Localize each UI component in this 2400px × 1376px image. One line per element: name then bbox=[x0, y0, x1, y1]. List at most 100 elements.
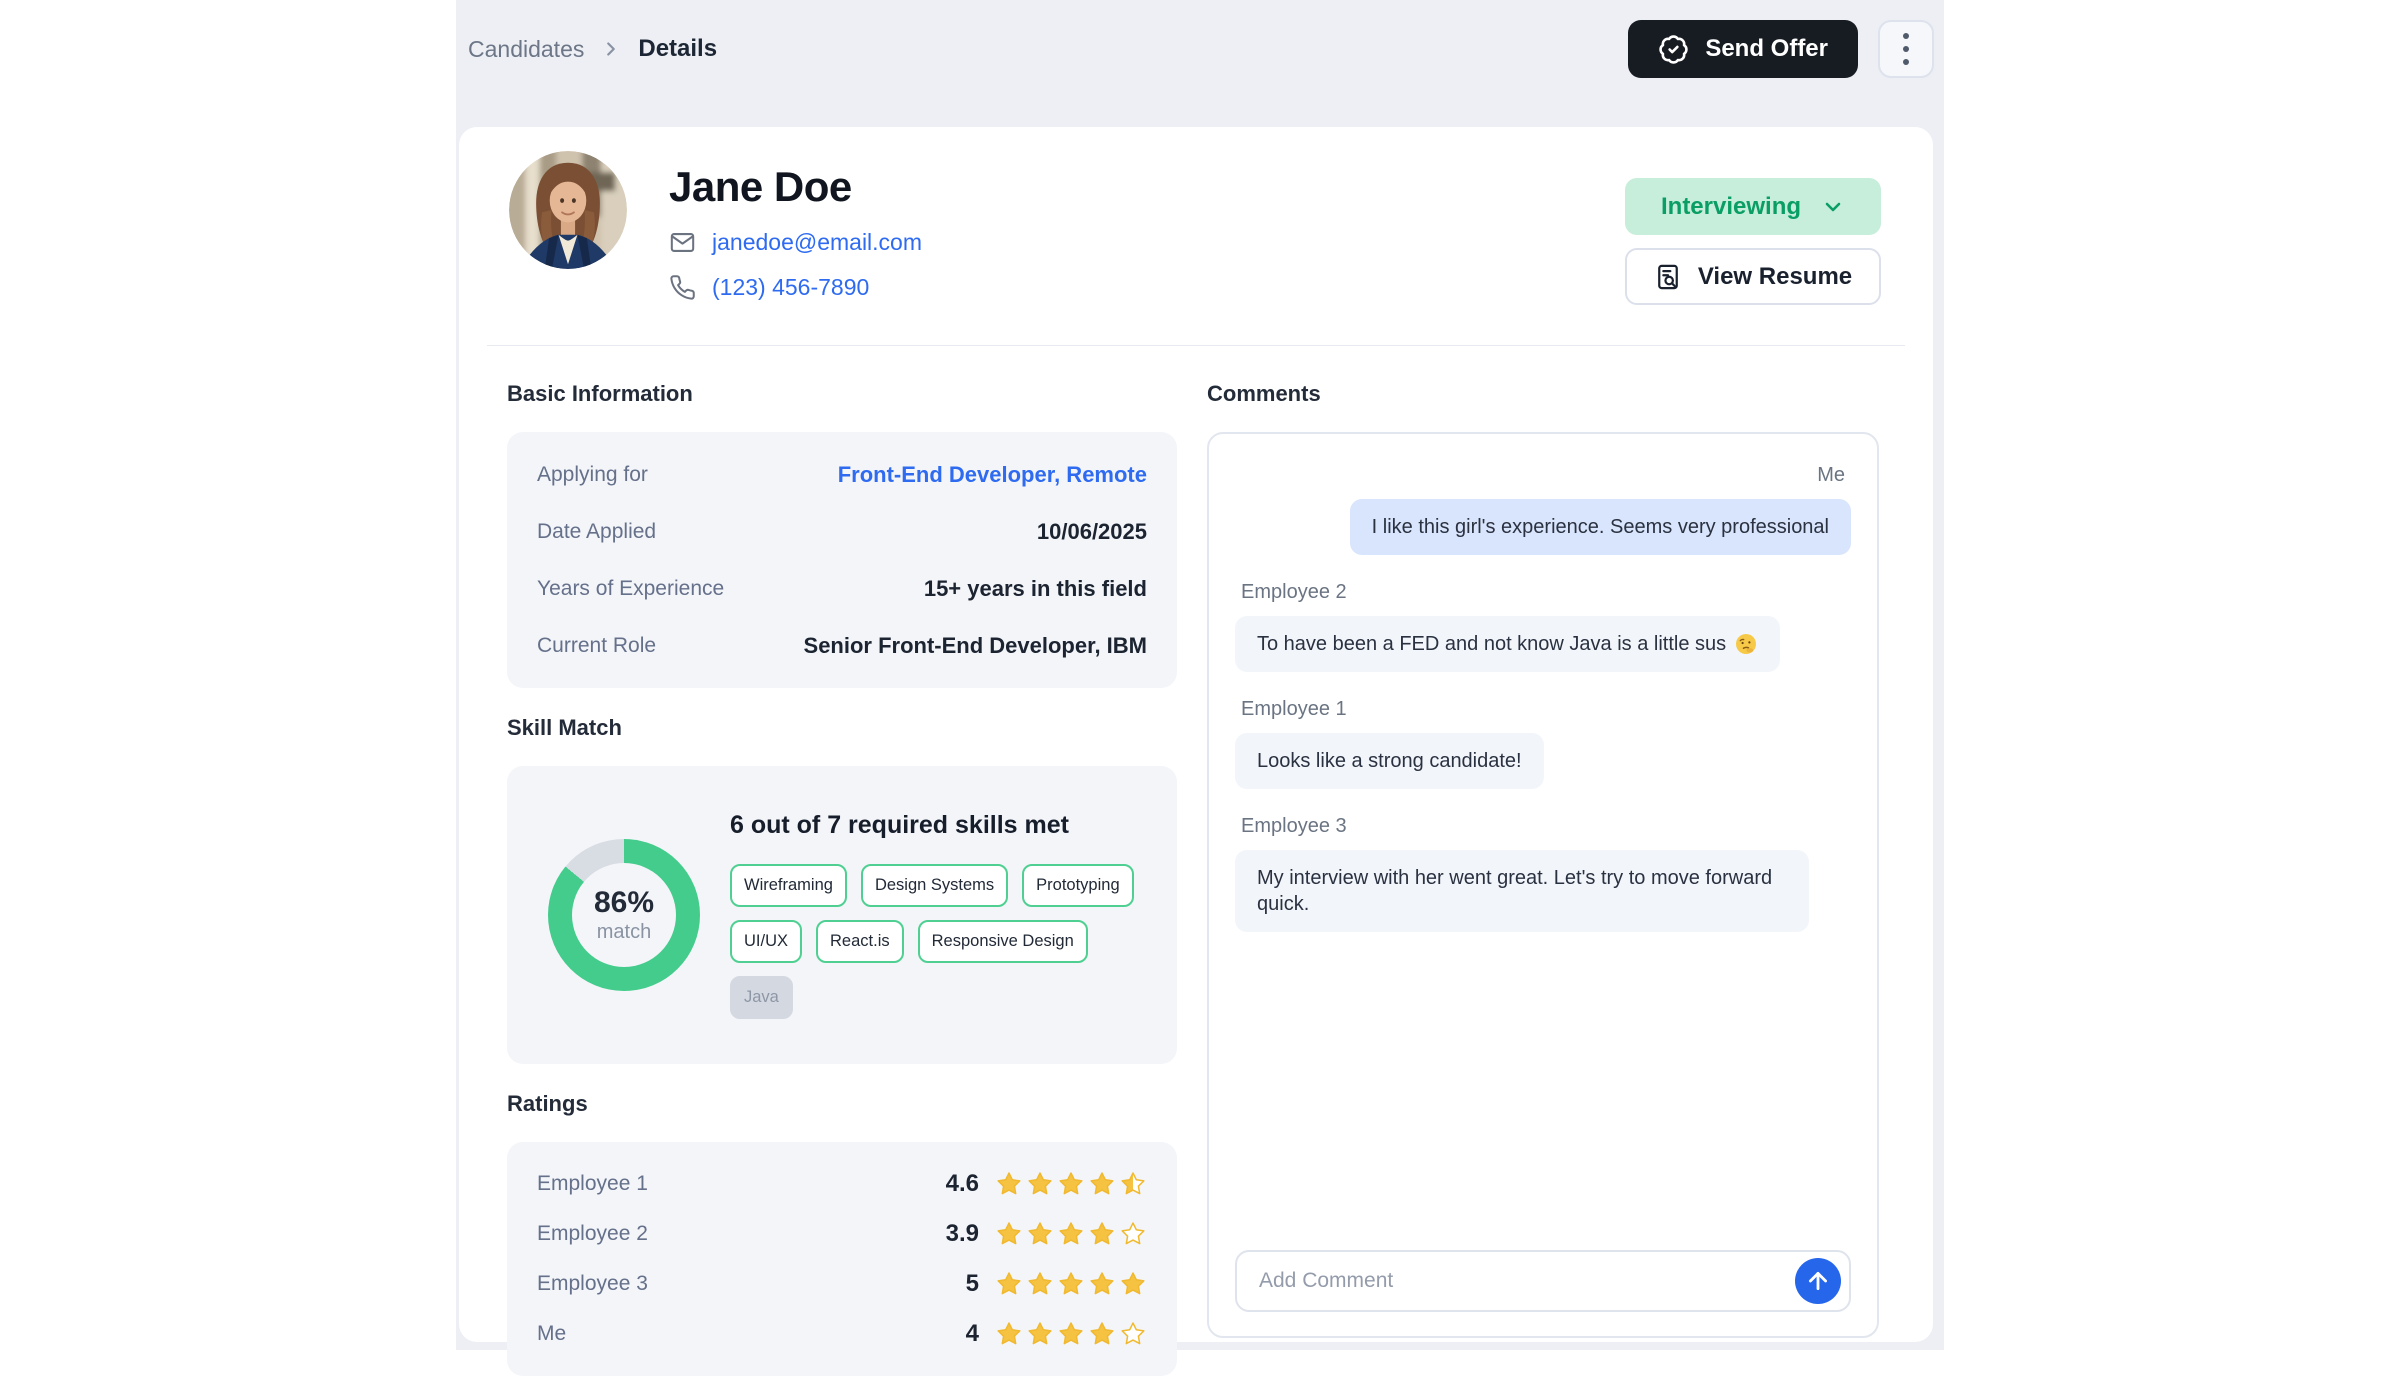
skill-chip-matched: Responsive Design bbox=[918, 920, 1088, 963]
star-full-icon bbox=[1026, 1220, 1054, 1248]
status-label: Interviewing bbox=[1661, 193, 1801, 221]
breadcrumb-details: Details bbox=[638, 35, 717, 63]
ratings-panel: Employee 14.6Employee 23.9Employee 35Me4 bbox=[507, 1142, 1177, 1376]
rating-score: 3.9 bbox=[946, 1220, 979, 1248]
phone-icon bbox=[669, 274, 696, 301]
status-dropdown[interactable]: Interviewing bbox=[1625, 178, 1881, 235]
candidate-name: Jane Doe bbox=[669, 163, 1625, 211]
chevron-down-icon bbox=[1821, 195, 1845, 219]
star-rating bbox=[995, 1320, 1147, 1348]
star-full-icon bbox=[1057, 1320, 1085, 1348]
skill-match-title: Skill Match bbox=[507, 714, 1177, 742]
profile-info: Jane Doe janedoe@email.com (123) 456-789… bbox=[669, 151, 1625, 301]
comment-author: Employee 3 bbox=[1241, 815, 1347, 838]
comment-author: Employee 2 bbox=[1241, 581, 1347, 604]
star-full-icon bbox=[1026, 1170, 1054, 1198]
basic-info-title: Basic Information bbox=[507, 380, 1177, 408]
star-rating bbox=[995, 1270, 1147, 1298]
breadcrumb: Candidates Details bbox=[468, 35, 717, 63]
rater-name: Employee 1 bbox=[537, 1172, 648, 1196]
rating-value-group: 4 bbox=[966, 1320, 1147, 1348]
info-value: 15+ years in this field bbox=[924, 576, 1147, 602]
rating-value-group: 3.9 bbox=[946, 1220, 1147, 1248]
skill-details: 6 out of 7 required skills met Wireframi… bbox=[730, 811, 1141, 1019]
rater-name: Me bbox=[537, 1322, 566, 1346]
view-resume-label: View Resume bbox=[1698, 263, 1852, 291]
rating-score: 5 bbox=[966, 1270, 979, 1298]
add-comment-input[interactable] bbox=[1257, 1268, 1795, 1294]
candidate-details-app: Candidates Details Send Offer bbox=[456, 0, 1944, 1350]
skill-summary: 6 out of 7 required skills met bbox=[730, 811, 1141, 840]
comments-panel: Me I like this girl's experience. Seems v… bbox=[1207, 432, 1879, 1338]
rating-row: Employee 35 bbox=[537, 1259, 1147, 1309]
star-full-icon bbox=[1088, 1270, 1116, 1298]
comment: Employee 3 My interview with her went gre… bbox=[1235, 815, 1851, 932]
skill-match-panel: 86% match 6 out of 7 required skills met… bbox=[507, 766, 1177, 1064]
star-full-icon bbox=[1057, 1170, 1085, 1198]
star-half-icon bbox=[1119, 1170, 1147, 1198]
star-full-icon bbox=[1119, 1270, 1147, 1298]
skill-chip-matched: UI/UX bbox=[730, 920, 802, 963]
more-options-button[interactable] bbox=[1878, 20, 1934, 78]
match-caption: match bbox=[597, 921, 651, 944]
info-value-link[interactable]: Front-End Developer, Remote bbox=[838, 462, 1147, 488]
comment: Employee 2 To have been a FED and not kno… bbox=[1235, 581, 1851, 672]
phone-row: (123) 456-7890 bbox=[669, 274, 1625, 301]
comment-author: Employee 1 bbox=[1241, 698, 1347, 721]
chevron-right-icon bbox=[600, 38, 622, 60]
comment: Me I like this girl's experience. Seems v… bbox=[1235, 464, 1851, 555]
left-column: Basic Information Applying for Front-End … bbox=[507, 380, 1177, 1376]
info-row: Date Applied10/06/2025 bbox=[537, 503, 1147, 560]
comment-bubble: Looks like a strong candidate! bbox=[1235, 733, 1544, 789]
thinking-face-emoji bbox=[1734, 632, 1758, 656]
comment-bubble: I like this girl's experience. Seems ver… bbox=[1350, 499, 1851, 555]
star-empty-icon bbox=[1119, 1320, 1147, 1348]
star-full-icon bbox=[1057, 1270, 1085, 1298]
badge-check-icon bbox=[1658, 34, 1689, 65]
star-full-icon bbox=[995, 1220, 1023, 1248]
mail-icon bbox=[669, 229, 696, 256]
star-rating bbox=[995, 1170, 1147, 1198]
comment-text: My interview with her went great. Let's … bbox=[1257, 865, 1787, 917]
skill-chip-unmatched: Java bbox=[730, 976, 793, 1019]
star-rating bbox=[995, 1220, 1147, 1248]
view-resume-button[interactable]: View Resume bbox=[1625, 248, 1881, 305]
info-label: Years of Experience bbox=[537, 577, 724, 601]
comment-bubble: My interview with her went great. Let's … bbox=[1235, 850, 1809, 932]
star-full-icon bbox=[1026, 1320, 1054, 1348]
basic-info-panel: Applying for Front-End Developer, Remote D… bbox=[507, 432, 1177, 688]
skill-chip-matched: Design Systems bbox=[861, 864, 1008, 907]
send-comment-button[interactable] bbox=[1795, 1258, 1841, 1304]
comments-title: Comments bbox=[1207, 380, 1879, 408]
kebab-dot bbox=[1903, 46, 1909, 52]
skill-chip-matched: Prototyping bbox=[1022, 864, 1133, 907]
kebab-dot bbox=[1903, 59, 1909, 65]
info-row: Current RoleSenior Front-End Developer, … bbox=[537, 617, 1147, 674]
star-full-icon bbox=[1088, 1320, 1116, 1348]
breadcrumb-candidates[interactable]: Candidates bbox=[468, 36, 584, 63]
profile-actions: Interviewing View Resume bbox=[1625, 178, 1881, 305]
skill-chip-matched: Wireframing bbox=[730, 864, 847, 907]
rating-row: Employee 14.6 bbox=[537, 1159, 1147, 1209]
comment-text: To have been a FED and not know Java is … bbox=[1257, 631, 1726, 657]
star-full-icon bbox=[1057, 1220, 1085, 1248]
send-offer-button[interactable]: Send Offer bbox=[1628, 20, 1858, 78]
info-label: Applying for bbox=[537, 463, 648, 487]
arrow-up-icon bbox=[1805, 1268, 1831, 1294]
email-row: janedoe@email.com bbox=[669, 229, 1625, 256]
candidate-phone[interactable]: (123) 456-7890 bbox=[712, 274, 869, 301]
info-row: Years of Experience 15+ years in this fie… bbox=[537, 560, 1147, 617]
star-full-icon bbox=[1088, 1220, 1116, 1248]
kebab-dot bbox=[1903, 33, 1909, 39]
candidate-email[interactable]: janedoe@email.com bbox=[712, 229, 922, 256]
top-bar: Candidates Details Send Offer bbox=[456, 0, 1944, 78]
rating-value-group: 5 bbox=[966, 1270, 1147, 1298]
star-empty-icon bbox=[1119, 1220, 1147, 1248]
candidate-card: Jane Doe janedoe@email.com (123) 456-789… bbox=[459, 127, 1933, 1342]
comment-text: Looks like a strong candidate! bbox=[1257, 748, 1522, 774]
comment-author: Me bbox=[1817, 464, 1845, 487]
comment-bubble: To have been a FED and not know Java is … bbox=[1235, 616, 1780, 672]
comment: Employee 1 Looks like a strong candidate! bbox=[1235, 698, 1851, 789]
star-full-icon bbox=[1026, 1270, 1054, 1298]
comment-input-row bbox=[1235, 1250, 1851, 1312]
